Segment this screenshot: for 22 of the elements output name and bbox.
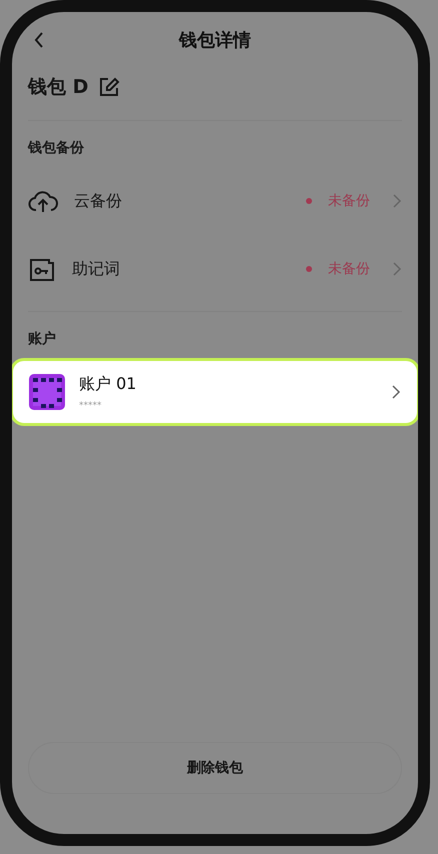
status-text: 未备份 — [328, 192, 370, 210]
status-dot — [306, 198, 312, 204]
page-title: 钱包详情 — [179, 29, 251, 52]
cloud-upload-icon — [28, 188, 58, 214]
avatar-icon — [29, 374, 65, 410]
chevron-right-icon — [392, 193, 402, 209]
section-title: 钱包备份 — [26, 139, 85, 158]
chevron-right-icon — [392, 261, 402, 277]
account-item[interactable]: 账户 01 ***** — [12, 358, 418, 426]
section-title: 账户 — [27, 330, 57, 349]
wallet-name: 钱包 D — [28, 75, 88, 100]
chevron-right-icon — [391, 384, 401, 400]
delete-wallet-button[interactable]: 删除钱包 — [28, 742, 402, 794]
status-dot — [306, 266, 312, 272]
account-name: 账户 01 — [79, 374, 138, 394]
backup-item[interactable]: 云备份 未备份 — [12, 167, 418, 235]
back-icon — [34, 31, 44, 49]
status-text: 未备份 — [328, 260, 370, 278]
edit-icon — [98, 76, 120, 98]
backup-item[interactable]: 助记词 未备份 — [12, 235, 418, 303]
account-balance: ***** — [79, 400, 102, 410]
edit-button[interactable] — [98, 76, 120, 98]
